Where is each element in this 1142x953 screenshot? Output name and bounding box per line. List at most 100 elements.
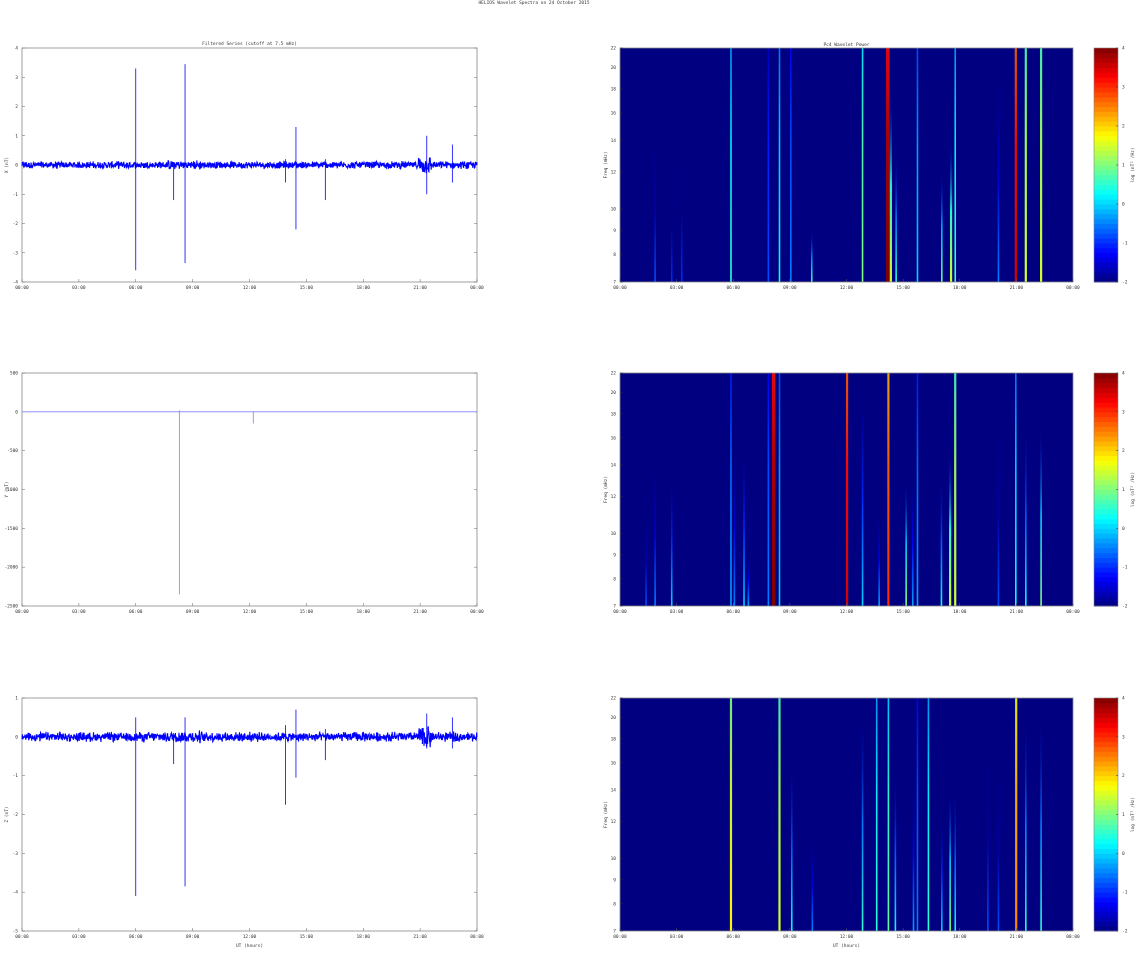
x-tick-label: 00:00 (470, 934, 484, 940)
y-tick-label: 4 (15, 46, 18, 52)
colorbar-segment (1094, 243, 1118, 249)
colorbar-segment (1094, 581, 1118, 588)
x-tick-label: 18:00 (356, 285, 370, 291)
colorbar-segment (1094, 765, 1118, 772)
colorbar-segment (1094, 926, 1118, 932)
colorbar-segment (1094, 121, 1118, 127)
y-tick-label: 12 (611, 494, 617, 500)
plot-frame (21, 372, 478, 607)
y-tick-label: 8 (613, 901, 616, 907)
colorbar-segment (1094, 228, 1118, 234)
colorbar-segment (1094, 135, 1118, 142)
spectral-streak (1015, 698, 1018, 931)
x-tick-label: 15:00 (300, 285, 314, 291)
x-tick-label: 18:00 (356, 609, 370, 615)
colorbar-segment (1094, 736, 1118, 743)
spectral-streak (878, 514, 880, 606)
x-tick-label: 09:00 (783, 934, 797, 940)
y-axis-label: Freq (mHz) (603, 801, 609, 828)
colorbar-segment (1094, 528, 1118, 534)
colorbar-segment (1094, 542, 1118, 549)
colorbar-segment (1094, 586, 1118, 592)
y-tick-label: 10 (611, 531, 617, 537)
x-tick-label: 12:00 (840, 934, 854, 940)
colorbar-segment (1094, 591, 1118, 597)
colorbar-segment (1094, 184, 1118, 190)
spectral-streak (778, 373, 781, 606)
x-tick-label: 03:00 (670, 609, 684, 615)
spectral-streak (729, 698, 733, 931)
x-tick-label: 21:00 (1010, 285, 1024, 291)
y-tick-label: -3 (13, 851, 19, 857)
colorbar-segment (1094, 160, 1118, 166)
colorbar-segment (1094, 116, 1118, 122)
spectral-streak (810, 230, 813, 282)
colorbar-segment (1094, 872, 1118, 879)
y-tick-label: 22 (611, 696, 617, 702)
colorbar-segment (1094, 111, 1118, 117)
colorbar-segment (1094, 436, 1118, 442)
x-tick-label: 15:00 (300, 934, 314, 940)
spectral-streak (887, 373, 890, 606)
colorbar-segment (1094, 257, 1118, 263)
colorbar-tick-label: 0 (1122, 202, 1125, 208)
colorbar-tick-label: -2 (1122, 604, 1128, 610)
x-tick-label: 12:00 (840, 609, 854, 615)
colorbar-segment (1094, 795, 1118, 801)
x-tick-label: 12:00 (243, 609, 257, 615)
colorbar-segment (1094, 504, 1118, 510)
colorbar-segment (1094, 204, 1118, 210)
x-tick-label: 21:00 (413, 609, 427, 615)
colorbar-segment (1094, 833, 1118, 840)
colorbar-segment (1094, 421, 1118, 427)
colorbar-segment (1094, 867, 1118, 874)
colorbar-segment (1094, 858, 1118, 864)
colorbar-segment (1094, 165, 1118, 171)
spectral-streak (730, 48, 732, 282)
colorbar-segment (1094, 809, 1118, 815)
spectral-streak (1040, 48, 1043, 282)
spectral-streak (941, 821, 943, 931)
spectral-streak (912, 775, 915, 931)
y-tick-label: 0 (15, 734, 18, 740)
colorbar-segment (1094, 838, 1118, 845)
colorbar-tick-label: -1 (1122, 890, 1128, 896)
x-tick-label: 18:00 (953, 609, 967, 615)
x-tick-label: 18:00 (953, 934, 967, 940)
colorbar-tick-label: 0 (1122, 851, 1125, 857)
spectral-streak (1040, 425, 1042, 606)
colorbar-segment (1094, 552, 1118, 558)
x-tick-label: 18:00 (953, 285, 967, 291)
colorbar-segment (1094, 392, 1118, 398)
spectral-streak (771, 373, 776, 606)
colorbar-segment (1094, 126, 1118, 132)
colorbar-segment (1094, 494, 1118, 500)
x-tick-label: 00:00 (470, 609, 484, 615)
spectral-streak (927, 698, 930, 931)
colorbar-segment (1094, 411, 1118, 418)
x-tick-label: 18:00 (356, 934, 370, 940)
spectral-streak (889, 89, 892, 282)
spectral-streak (861, 48, 864, 282)
x-tick-label: 00:00 (15, 609, 29, 615)
colorbar-segment (1094, 499, 1118, 505)
colorbar-segment (1094, 82, 1118, 88)
colorbar-segment (1094, 91, 1118, 98)
y-tick-label: -2000 (4, 565, 18, 571)
y-tick-label: 8 (613, 252, 616, 258)
x-tick-label: 21:00 (1010, 609, 1024, 615)
y-tick-label: 16 (611, 111, 617, 117)
colorbar-segment (1094, 252, 1118, 259)
colorbar-segment (1094, 52, 1118, 59)
y-tick-label: -2 (13, 221, 19, 227)
figure-title: HELIOS Wavelet Spectra on 24 October 201… (478, 0, 589, 6)
y-tick-label: 14 (611, 462, 617, 468)
colorbar-tick-label: 4 (1122, 696, 1125, 702)
y-tick-label: -2500 (4, 604, 18, 610)
colorbar-segment (1094, 741, 1118, 748)
spectral-streak (654, 464, 656, 606)
spectral-streak (954, 789, 957, 931)
colorbar-segment (1094, 48, 1118, 54)
colorbar-segment (1094, 790, 1118, 796)
spectral-streak (905, 480, 907, 606)
